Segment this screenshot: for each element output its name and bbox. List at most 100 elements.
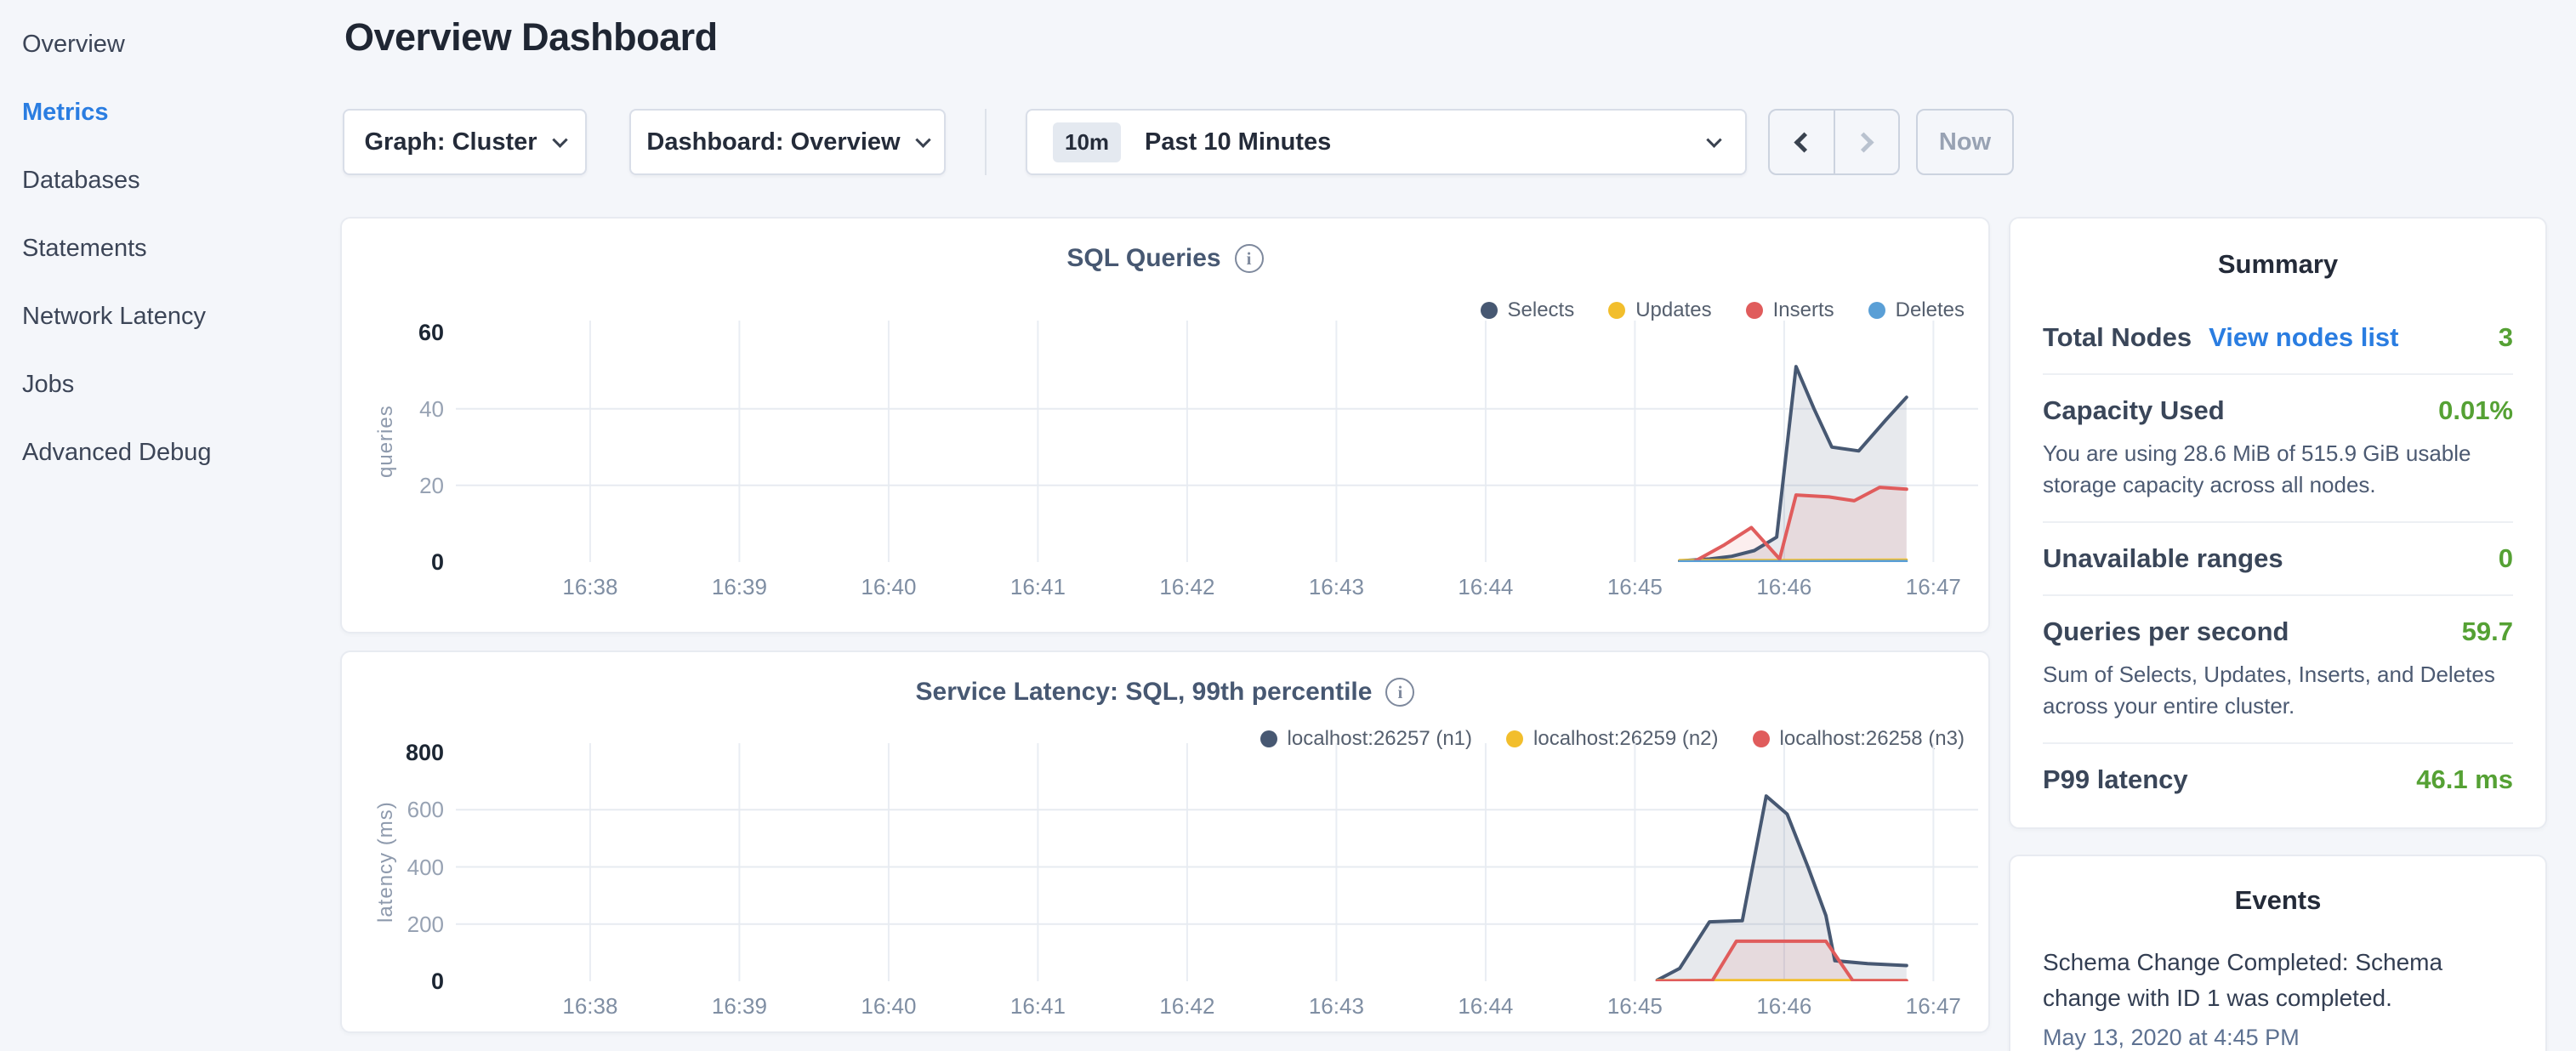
x-tick-label: 16:44 <box>1435 993 1537 1020</box>
controls-toolbar: Graph: Cluster Dashboard: Overview 10m P… <box>343 109 2014 175</box>
summary-row-label: Total Nodes <box>2043 322 2192 353</box>
x-tick-label: 16:40 <box>838 574 940 600</box>
sidebar-item-advanced-debug[interactable]: Advanced Debug <box>0 418 340 486</box>
sidebar-item-overview[interactable]: Overview <box>0 10 340 78</box>
legend-item-inserts: Inserts <box>1746 298 1834 322</box>
summary-row-label: Capacity Used <box>2043 395 2225 426</box>
summary-row-p99-latency: P99 latency 46.1 ms <box>2043 744 2513 815</box>
event-item-text[interactable]: Schema Change Completed: Schema change w… <box>2043 945 2513 1016</box>
view-nodes-list-link[interactable]: View nodes list <box>2209 322 2398 353</box>
chevron-down-icon <box>915 132 930 147</box>
summary-panel: Summary Total Nodes View nodes list 3 Ca… <box>2009 217 2547 829</box>
legend-item-deletes: Deletes <box>1868 298 1965 322</box>
sidebar: Overview Metrics Databases Statements Ne… <box>0 0 340 1051</box>
summary-row-queries-per-second: Queries per second 59.7 Sum of Selects, … <box>2043 596 2513 744</box>
now-button[interactable]: Now <box>1916 109 2014 175</box>
sql-queries-chart-card: SQL Queries i SelectsUpdatesInsertsDelet… <box>340 217 1990 633</box>
y-tick-label: 800 <box>406 738 444 767</box>
x-tick-label: 16:39 <box>688 993 790 1020</box>
y-tick-label: 200 <box>407 910 444 939</box>
x-tick-label: 16:42 <box>1136 574 1238 600</box>
chart-legend: SelectsUpdatesInsertsDeletes <box>1481 298 1965 322</box>
service-latency-chart[interactable] <box>456 743 1978 981</box>
chart-plot-area[interactable] <box>456 321 1978 562</box>
y-tick-label: 600 <box>407 795 444 824</box>
chart-title: SQL Queries <box>1066 244 1220 273</box>
y-tick-label: 60 <box>418 318 444 347</box>
legend-dot-icon <box>1608 302 1625 319</box>
sidebar-item-network-latency[interactable]: Network Latency <box>0 282 340 350</box>
time-range-dropdown[interactable]: 10m Past 10 Minutes <box>1026 109 1747 175</box>
x-tick-label: 16:41 <box>987 993 1089 1020</box>
sidebar-item-metrics[interactable]: Metrics <box>0 78 340 146</box>
summary-row-description: You are using 28.6 MiB of 515.9 GiB usab… <box>2043 438 2513 501</box>
page-title: Overview Dashboard <box>344 15 718 60</box>
chevron-right-icon <box>1854 132 1874 152</box>
x-tick-label: 16:39 <box>688 574 790 600</box>
chevron-down-icon <box>552 132 567 147</box>
next-time-button[interactable] <box>1834 111 1899 173</box>
x-tick-label: 16:46 <box>1733 993 1835 1020</box>
summary-row-description: Sum of Selects, Updates, Inserts, and De… <box>2043 659 2513 722</box>
service-latency-chart-card: Service Latency: SQL, 99th percentile i … <box>340 650 1990 1033</box>
legend-dot-icon <box>1746 302 1763 319</box>
toolbar-divider <box>985 109 987 175</box>
summary-row-label: P99 latency <box>2043 764 2188 795</box>
y-axis-title: queries <box>374 321 398 562</box>
chevron-down-icon <box>1706 132 1721 147</box>
y-tick-label: 20 <box>419 471 444 500</box>
x-tick-label: 16:47 <box>1882 574 1984 600</box>
summary-row-unavailable-ranges: Unavailable ranges 0 <box>2043 523 2513 596</box>
legend-label: Inserts <box>1773 298 1834 322</box>
event-item-timestamp: May 13, 2020 at 4:45 PM <box>2043 1025 2513 1051</box>
legend-dot-icon <box>1868 302 1885 319</box>
events-panel: Events Schema Change Completed: Schema c… <box>2009 855 2547 1051</box>
x-tick-label: 16:42 <box>1136 993 1238 1020</box>
sidebar-item-statements[interactable]: Statements <box>0 214 340 282</box>
dashboard-dropdown-label: Dashboard: Overview <box>646 128 900 156</box>
chart-plot-area[interactable] <box>456 743 1978 981</box>
chart-title: Service Latency: SQL, 99th percentile <box>916 678 1373 707</box>
legend-item-updates: Updates <box>1608 298 1711 322</box>
graph-dropdown-label: Graph: Cluster <box>364 128 537 156</box>
summary-row-capacity-used: Capacity Used 0.01% You are using 28.6 M… <box>2043 375 2513 523</box>
x-axis-labels: 16:3816:3916:4016:4116:4216:4316:4416:45… <box>456 574 1978 603</box>
y-tick-label: 0 <box>431 548 444 577</box>
y-tick-label: 400 <box>407 853 444 882</box>
x-axis-labels: 16:38 16:39 16:40 16:41 16:42 16:43 16:44 16:45… <box>456 993 1978 1022</box>
y-tick-label: 40 <box>419 395 444 423</box>
graph-dropdown[interactable]: Graph: Cluster <box>343 109 587 175</box>
summary-row-value: 0 <box>2499 543 2513 574</box>
sidebar-item-databases[interactable]: Databases <box>0 146 340 214</box>
summary-row-value: 0.01% <box>2438 395 2513 426</box>
prev-time-button[interactable] <box>1770 111 1834 173</box>
series-area <box>1695 487 1907 562</box>
legend-label: Updates <box>1635 298 1711 322</box>
time-range-label: Past 10 Minutes <box>1145 128 1331 156</box>
info-icon[interactable]: i <box>1235 244 1264 273</box>
dashboard-dropdown[interactable]: Dashboard: Overview <box>629 109 946 175</box>
legend-label: Deletes <box>1896 298 1965 322</box>
x-tick-label: 16:46 <box>1733 574 1835 600</box>
events-title: Events <box>2043 885 2513 916</box>
x-tick-label: 16:45 <box>1584 574 1686 600</box>
x-tick-label: 16:40 <box>838 993 940 1020</box>
legend-dot-icon <box>1481 302 1498 319</box>
x-tick-label: 16:47 <box>1882 993 1984 1020</box>
summary-row-total-nodes: Total Nodes View nodes list 3 <box>2043 302 2513 375</box>
summary-title: Summary <box>2043 249 2513 280</box>
x-tick-label: 16:43 <box>1285 993 1387 1020</box>
chevron-left-icon <box>1794 132 1814 152</box>
sidebar-item-jobs[interactable]: Jobs <box>0 350 340 418</box>
x-tick-label: 16:38 <box>539 993 641 1020</box>
summary-row-value: 59.7 <box>2462 616 2513 647</box>
x-tick-label: 16:41 <box>987 574 1089 600</box>
summary-row-label: Queries per second <box>2043 616 2289 647</box>
summary-row-label: Unavailable ranges <box>2043 543 2283 574</box>
x-tick-label: 16:38 <box>539 574 641 600</box>
summary-row-value: 3 <box>2499 322 2513 353</box>
summary-row-value: 46.1 ms <box>2416 764 2513 795</box>
x-tick-label: 16:45 <box>1584 993 1686 1020</box>
sql-queries-chart[interactable] <box>456 321 1978 562</box>
info-icon[interactable]: i <box>1385 678 1414 707</box>
